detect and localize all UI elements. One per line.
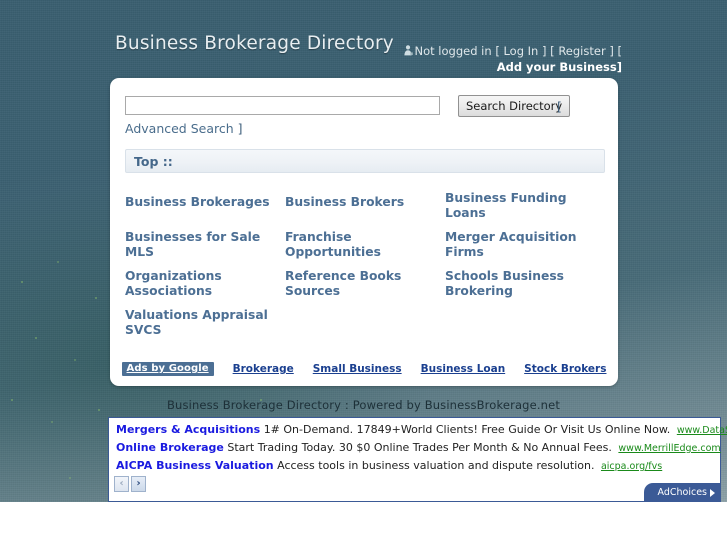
ad-item: Online Brokerage Start Trading Today. 30…: [116, 441, 721, 455]
breadcrumb: Top ::: [125, 149, 605, 173]
category-row: Businesses for Sale MLS Franchise Opport…: [125, 230, 605, 269]
ad-title-aicpa-business-valuation[interactable]: AICPA Business Valuation: [116, 459, 274, 472]
bracket-login-close: ]: [542, 44, 547, 58]
ad-title-online-brokerage[interactable]: Online Brokerage: [116, 441, 224, 454]
login-link[interactable]: Log In: [503, 44, 538, 58]
bracket-advanced-close: ]: [237, 121, 243, 136]
ad-url-link[interactable]: www.MerrillEdge.com: [618, 443, 720, 454]
page-root: Business Brokerage Directory Not logged …: [0, 0, 727, 545]
chevron-left-icon: ‹: [119, 478, 124, 489]
add-your-business-link[interactable]: Add your Business: [497, 60, 617, 74]
category-link-business-brokerages[interactable]: Business Brokerages: [125, 195, 270, 210]
adchoices-button[interactable]: AdChoices: [643, 483, 720, 502]
main-panel: Search Directory [ Advanced Search ] Top…: [110, 78, 618, 386]
ad-next-button[interactable]: ›: [131, 476, 146, 492]
category-link-schools-business-brokering[interactable]: Schools Business Brokering: [445, 269, 593, 299]
ad-url-link[interactable]: www.DataSiteDeal.com/M&A: [677, 425, 727, 436]
category-grid: Business Brokerages Business Brokers Bus…: [125, 191, 605, 347]
bottom-ad-block: Mergers & Acquisitions 1# On-Demand. 178…: [108, 417, 727, 502]
adchoices-label: AdChoices: [657, 487, 708, 498]
google-ads-strip: Ads by Google Brokerage Small Business B…: [110, 359, 618, 379]
bracket-register-open: [: [550, 44, 555, 58]
user-status-text: Not logged in: [414, 44, 492, 58]
category-cell-empty: [285, 308, 445, 347]
ad-pagination: ‹ ›: [114, 476, 146, 492]
category-cell: Business Brokerages: [125, 191, 285, 230]
register-link[interactable]: Register: [558, 44, 605, 58]
google-ad-link-brokerage[interactable]: Brokerage: [233, 363, 294, 375]
category-link-businesses-for-sale-mls[interactable]: Businesses for Sale MLS: [125, 230, 273, 260]
category-cell: Valuations Appraisal SVCS: [125, 308, 285, 347]
bracket-addbusiness-close: ]: [616, 60, 622, 74]
search-directory-button[interactable]: Search Directory: [458, 95, 571, 117]
category-link-valuations-appraisal-svcs[interactable]: Valuations Appraisal SVCS: [125, 308, 273, 338]
powered-by-text: Business Brokerage Directory : Powered b…: [167, 398, 560, 412]
bracket-login-open: [: [495, 44, 500, 58]
google-ad-link-business-loan[interactable]: Business Loan: [421, 363, 506, 375]
search-row: Search Directory [: [125, 95, 605, 120]
category-cell: Business Funding Loans: [445, 191, 605, 230]
ad-url-link[interactable]: aicpa.org/fvs: [601, 461, 662, 472]
search-input[interactable]: [125, 96, 440, 115]
ad-item: AICPA Business Valuation Access tools in…: [116, 459, 662, 473]
category-row: Organizations Associations Reference Boo…: [125, 269, 605, 308]
category-cell: Schools Business Brokering: [445, 269, 605, 308]
ad-body-text: 1# On-Demand. 17849+World Clients! Free …: [263, 423, 671, 436]
user-icon: [403, 45, 413, 56]
category-link-merger-acquisition-firms[interactable]: Merger Acquisition Firms: [445, 230, 593, 260]
google-ad-link-small-business[interactable]: Small Business: [313, 363, 402, 375]
page-title: Business Brokerage Directory: [115, 33, 394, 54]
bracket-advanced-open: [: [557, 99, 562, 114]
category-link-franchise-opportunities[interactable]: Franchise Opportunities: [285, 230, 433, 260]
category-cell: Businesses for Sale MLS: [125, 230, 285, 269]
chevron-right-icon: ›: [136, 478, 141, 489]
ads-by-google-badge[interactable]: Ads by Google: [121, 362, 214, 376]
ad-item: Mergers & Acquisitions 1# On-Demand. 178…: [116, 423, 727, 437]
breadcrumb-label: Top ::: [134, 154, 173, 169]
ad-prev-button[interactable]: ‹: [114, 476, 129, 492]
advanced-search-line: Advanced Search ]: [125, 121, 243, 136]
category-row: Business Brokerages Business Brokers Bus…: [125, 191, 605, 230]
bracket-addbusiness-open: [: [617, 44, 623, 58]
adchoices-triangle-icon: [710, 488, 715, 497]
category-cell: Organizations Associations: [125, 269, 285, 308]
ad-body-text: Access tools in business valuation and d…: [277, 459, 595, 472]
category-cell: Business Brokers: [285, 191, 445, 230]
category-cell: Merger Acquisition Firms: [445, 230, 605, 269]
google-ad-link-stock-brokers[interactable]: Stock Brokers: [524, 363, 606, 375]
category-link-organizations-associations[interactable]: Organizations Associations: [125, 269, 273, 299]
category-row: Valuations Appraisal SVCS: [125, 308, 605, 347]
bracket-register-close: ]: [609, 44, 614, 58]
category-cell: Reference Books Sources: [285, 269, 445, 308]
ad-body-text: Start Trading Today. 30 $0 Online Trades…: [227, 441, 612, 454]
category-link-business-brokers[interactable]: Business Brokers: [285, 195, 404, 210]
category-cell-empty: [445, 308, 605, 347]
ad-title-mergers-acquisitions[interactable]: Mergers & Acquisitions: [116, 423, 260, 436]
category-cell: Franchise Opportunities: [285, 230, 445, 269]
site-header: Business Brokerage Directory Not logged …: [0, 30, 727, 82]
user-status-bar: Not logged in [ Log In ] [ Register ] [ …: [392, 43, 622, 75]
category-link-reference-books-sources[interactable]: Reference Books Sources: [285, 269, 433, 299]
advanced-search-link[interactable]: Advanced Search: [125, 121, 234, 136]
category-link-business-funding-loans[interactable]: Business Funding Loans: [445, 191, 593, 221]
